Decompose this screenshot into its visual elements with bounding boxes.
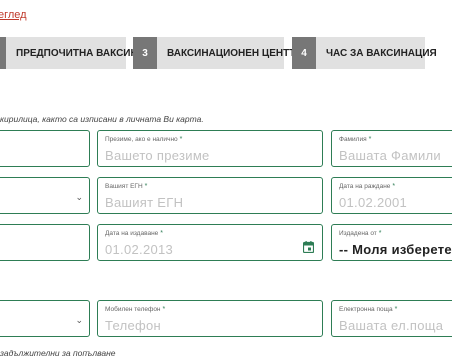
back-link[interactable]: еглед (0, 9, 27, 21)
issue-date-field[interactable]: Дата на издаване * 01.02.2013 (97, 224, 323, 261)
required-footnote: задължителни за попълване (0, 348, 116, 358)
field-placeholder: Вашият ЕГН (105, 195, 184, 210)
issued-by-select[interactable]: Издадена от * -- Моля изберете (331, 224, 452, 261)
step-vaccination-time[interactable]: 4 ЧАС ЗА ВАКСИНАЦИЯ (292, 37, 437, 69)
first-name-field[interactable] (0, 130, 90, 167)
select-value: -- Моля изберете (339, 242, 452, 257)
step-number: 4 (292, 37, 316, 69)
chevron-down-icon: ⌄ (75, 315, 83, 325)
email-field[interactable]: Електронна поща * Вашата ел.поща (331, 300, 452, 337)
step-label: ЧАС ЗА ВАКСИНАЦИЯ (326, 47, 437, 59)
step-number: 3 (133, 37, 157, 69)
field-placeholder: 01.02.2013 (105, 242, 174, 257)
last-name-field[interactable]: Фамилия * Вашата Фамили (331, 130, 452, 167)
field-label: Издадена от * (339, 230, 382, 237)
egn-field[interactable]: Вашият ЕГН * Вашият ЕГН (97, 177, 323, 214)
field-label: Вашият ЕГН * (105, 183, 148, 190)
field-placeholder: Вашето презиме (105, 148, 210, 163)
mobile-phone-field[interactable]: Мобилен телефон * Телефон (97, 300, 323, 337)
middle-name-field[interactable]: Презиме, ако е налично * Вашето презиме (97, 130, 323, 167)
id-number-field[interactable] (0, 224, 90, 261)
chevron-down-icon: ⌄ (75, 192, 83, 202)
field-label: Дата на раждане * (339, 183, 396, 190)
field-label: Мобилен телефон * (105, 306, 166, 313)
field-label: Дата на издаване * (105, 230, 164, 237)
field-label: Електронна поща * (339, 306, 398, 313)
step-vaccination-center[interactable]: 3 ВАКСИНАЦИОНЕН ЦЕНТЪР (133, 37, 305, 69)
field-placeholder: Вашата Фамили (339, 148, 441, 163)
calendar-icon[interactable] (303, 241, 314, 253)
field-placeholder: 01.02.2001 (339, 195, 408, 210)
field-placeholder: Вашата ел.поща (339, 318, 444, 333)
step-label: ПРЕДПОЧИТНА ВАКСИНА (16, 47, 145, 59)
step-preferred-vaccine[interactable]: ПРЕДПОЧИТНА ВАКСИНА (0, 37, 145, 69)
step-label: ВАКСИНАЦИОНЕН ЦЕНТЪР (167, 47, 305, 59)
birth-date-field[interactable]: Дата на раждане * 01.02.2001 (331, 177, 452, 214)
form-instruction: кирилица, както са изписани в личната Ви… (0, 114, 204, 124)
field-label: Презиме, ако е налично * (105, 136, 183, 143)
id-type-select[interactable]: ⌄ (0, 177, 90, 214)
field-placeholder: Телефон (105, 318, 162, 333)
field-label: Фамилия * (339, 136, 372, 143)
country-select[interactable]: ⌄ (0, 300, 90, 337)
